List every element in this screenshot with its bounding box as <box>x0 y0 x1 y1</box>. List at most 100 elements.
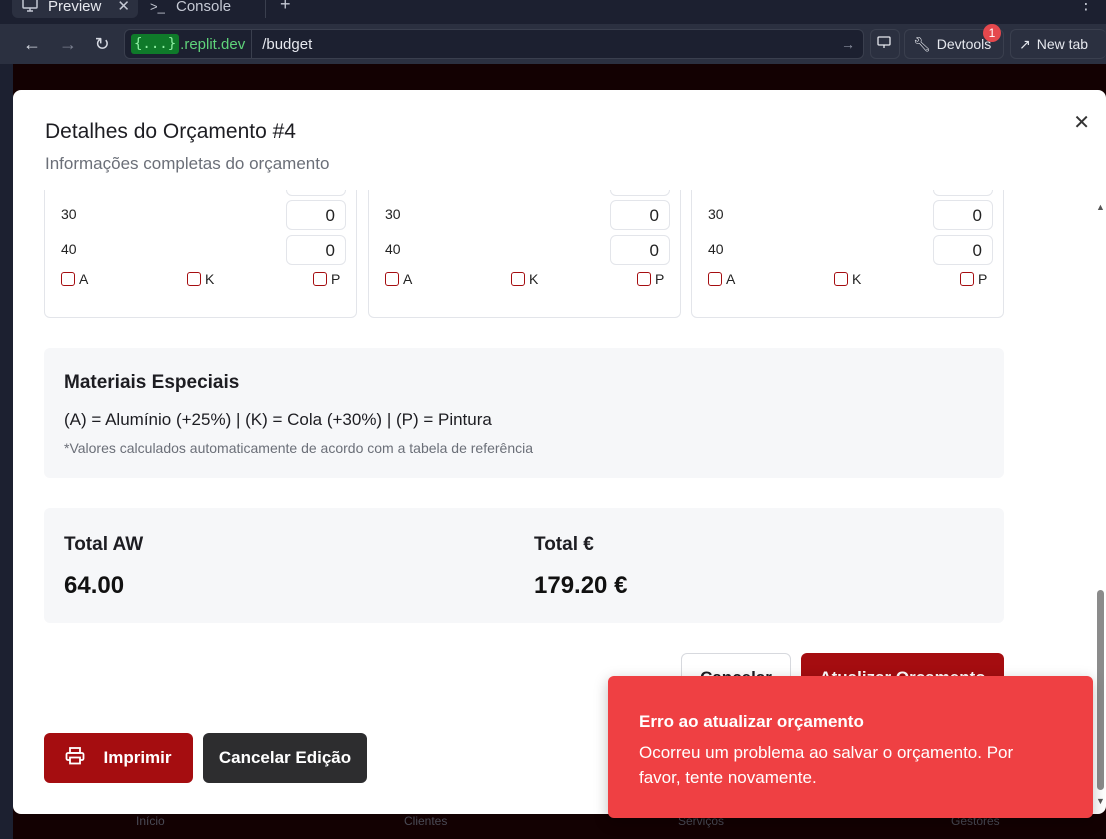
quantity-input[interactable]: 0 <box>286 200 346 230</box>
special-materials-panel: Materiais Especiais (A) = Alumínio (+25%… <box>44 348 1004 478</box>
tab-console[interactable]: >_ Console <box>140 0 266 18</box>
quantity-input[interactable]: 0 <box>610 190 670 196</box>
scrollbar-thumb[interactable] <box>1097 590 1104 790</box>
size-card: 20 0 30 0 40 0 A K P <box>691 190 1004 318</box>
size-row: 30 0 <box>385 200 670 230</box>
checkbox-cola[interactable]: K <box>511 271 538 287</box>
size-label: 30 <box>61 206 77 222</box>
add-tab-icon[interactable]: + <box>280 0 291 15</box>
scroll-up-icon[interactable]: ▲ <box>1096 202 1105 212</box>
new-tab-label: New tab <box>1036 36 1089 52</box>
toast-title: Erro ao atualizar orçamento <box>639 712 864 731</box>
material-checkboxes: A K P <box>708 271 993 291</box>
special-materials-title: Materiais Especiais <box>64 372 240 393</box>
size-row: 30 0 <box>708 200 993 230</box>
checkbox-label: P <box>978 271 988 287</box>
more-options-icon[interactable]: ⋮ <box>1078 0 1094 14</box>
size-label: 30 <box>708 206 724 222</box>
wrench-icon: 🔧︎ <box>913 35 931 52</box>
size-row: 40 0 <box>61 235 346 265</box>
devtools-label: Devtools <box>936 36 992 52</box>
quantity-input[interactable]: 0 <box>610 200 670 230</box>
checkbox-aluminio[interactable]: A <box>708 271 735 287</box>
checkbox-box[interactable] <box>960 272 974 286</box>
url-path: /budget <box>262 35 313 53</box>
quantity-input[interactable]: 0 <box>286 235 346 265</box>
reload-icon[interactable]: ↻ <box>90 32 114 56</box>
devtools-count-badge: 1 <box>983 24 1001 42</box>
checkbox-box[interactable] <box>385 272 399 286</box>
side-strip <box>0 64 13 839</box>
quantity-input[interactable]: 0 <box>933 190 993 196</box>
checkbox-cola[interactable]: K <box>834 271 861 287</box>
checkbox-aluminio[interactable]: A <box>385 271 412 287</box>
checkbox-box[interactable] <box>511 272 525 286</box>
close-tab-icon[interactable]: ✕ <box>117 0 130 15</box>
print-button[interactable]: Imprimir <box>44 733 193 783</box>
scroll-down-icon[interactable]: ▼ <box>1096 796 1105 806</box>
new-tab-button[interactable]: ↗ New tab <box>1010 29 1106 59</box>
checkbox-label: A <box>726 271 736 287</box>
size-row: 40 0 <box>385 235 670 265</box>
totals-panel: Total AW 64.00 Total € 179.20 € <box>44 508 1004 623</box>
size-row: 40 0 <box>708 235 993 265</box>
size-label: 40 <box>385 241 401 257</box>
dialog-scrollbar[interactable]: ▲ ▼ <box>1094 200 1106 814</box>
terminal-icon: >_ <box>150 0 165 14</box>
address-bar: ← → ↻ {...} .replit.dev /budget → 🔧︎ Dev… <box>0 24 1106 64</box>
checkbox-label: K <box>529 271 539 287</box>
size-card: 20 0 30 0 40 0 A K P <box>44 190 357 318</box>
go-arrow-icon[interactable]: → <box>841 36 855 52</box>
close-icon[interactable]: ✕ <box>1073 110 1090 135</box>
external-link-icon: ↗ <box>1019 35 1031 52</box>
total-aw-value: 64.00 <box>64 572 125 599</box>
devtools-button[interactable]: 🔧︎ Devtools 1 <box>904 24 1004 59</box>
checkbox-label: A <box>403 271 413 287</box>
size-label: 40 <box>61 241 77 257</box>
url-divider <box>251 29 253 59</box>
quantity-input[interactable]: 0 <box>610 235 670 265</box>
tab-preview[interactable]: Preview ✕ <box>12 0 138 18</box>
url-badge: {...} <box>131 34 180 54</box>
checkbox-aluminio[interactable]: A <box>61 271 88 287</box>
checkbox-box[interactable] <box>61 272 75 286</box>
special-materials-note: *Valores calculados automaticamente de a… <box>64 440 534 456</box>
size-row: 30 0 <box>61 200 346 230</box>
quantity-input[interactable]: 0 <box>933 235 993 265</box>
size-row: 20 0 <box>385 190 670 196</box>
dialog-subtitle: Informações completas do orçamento <box>45 154 330 173</box>
checkbox-box[interactable] <box>313 272 327 286</box>
total-eur-label: Total € <box>534 534 594 555</box>
size-row: 20 0 <box>61 190 346 196</box>
quantity-input[interactable]: 0 <box>933 200 993 230</box>
cancel-edit-button[interactable]: Cancelar Edição <box>203 733 367 783</box>
screen-icon <box>877 36 891 52</box>
checkbox-box[interactable] <box>708 272 722 286</box>
error-toast: Erro ao atualizar orçamento Ocorreu um p… <box>608 676 1093 818</box>
nav-item-inicio[interactable]: Início <box>136 814 165 828</box>
checkbox-pintura[interactable]: P <box>313 271 340 287</box>
quantity-input[interactable]: 0 <box>286 190 346 196</box>
tab-preview-label: Preview <box>48 0 102 15</box>
monitor-icon <box>22 0 40 15</box>
print-label: Imprimir <box>103 748 172 767</box>
back-icon[interactable]: ← <box>20 32 44 56</box>
checkbox-cola[interactable]: K <box>187 271 214 287</box>
checkbox-label: A <box>79 271 89 287</box>
forward-icon[interactable]: → <box>56 32 80 56</box>
dialog-title: Detalhes do Orçamento #4 <box>45 120 296 143</box>
toast-message: Ocorreu um problema ao salvar o orçament… <box>639 743 1014 787</box>
checkbox-box[interactable] <box>637 272 651 286</box>
checkbox-pintura[interactable]: P <box>960 271 987 287</box>
checkbox-box[interactable] <box>187 272 201 286</box>
browser-tab-bar: Preview ✕ >_ Console + ⋮ <box>0 0 1106 24</box>
url-field[interactable]: {...} .replit.dev /budget → <box>124 29 864 59</box>
checkbox-pintura[interactable]: P <box>637 271 664 287</box>
size-label: 40 <box>708 241 724 257</box>
checkbox-box[interactable] <box>834 272 848 286</box>
nav-item-clientes[interactable]: Clientes <box>404 814 447 828</box>
size-label: 30 <box>385 206 401 222</box>
url-domain: .replit.dev <box>180 35 246 53</box>
size-row: 20 0 <box>708 190 993 196</box>
device-preview-button[interactable] <box>870 29 900 59</box>
